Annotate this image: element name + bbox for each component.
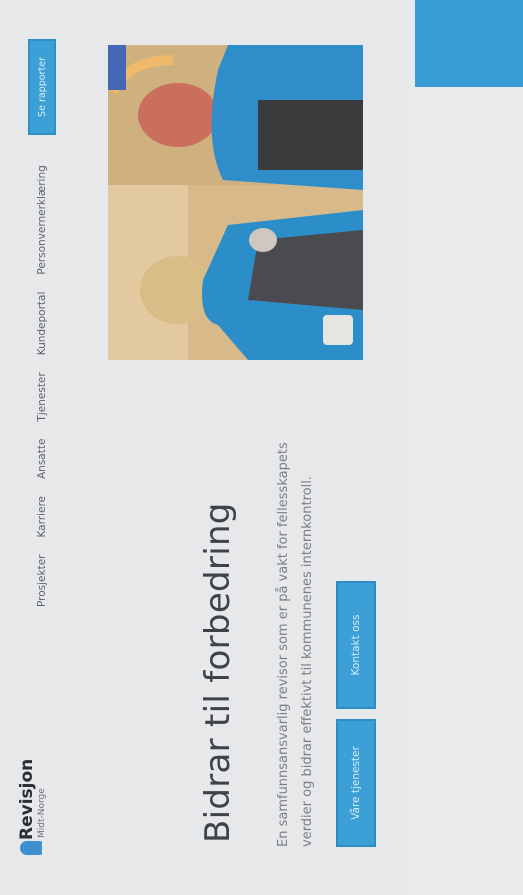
main-navigation: Prosjekter Karriere Ansatte Tjenester Ku… (36, 148, 48, 607)
nav-item-karriere[interactable]: Karriere (36, 496, 48, 538)
accent-block (415, 0, 523, 87)
page-canvas: Revisjon Midt-Norge Prosjekter Karriere … (0, 0, 523, 895)
logo-text: Revisjon Midt-Norge (17, 758, 48, 840)
nav-item-kundeportal[interactable]: Kundeportal (36, 292, 48, 356)
logo-name: Revisjon (17, 758, 37, 840)
nav-item-ansatte[interactable]: Ansatte (36, 439, 48, 479)
nav-item-prosjekter[interactable]: Prosjekter (36, 555, 48, 607)
site-logo[interactable]: Revisjon Midt-Norge (17, 758, 48, 855)
hero-description: En samfunnsansvarlig revisor som er på v… (276, 442, 315, 847)
hero-title: Bidrar til forbedring (198, 502, 238, 843)
contact-us-button[interactable]: Kontakt oss (336, 581, 376, 709)
nav-item-personvern[interactable]: Personvernerklæring (36, 165, 48, 274)
see-reports-button[interactable]: Se rapporter (28, 39, 56, 135)
our-services-button[interactable]: Våre tjenester (336, 719, 376, 847)
hero-photo (108, 45, 363, 360)
logo-subtitle: Midt-Norge (37, 788, 47, 838)
pm-logo-icon (20, 841, 42, 855)
lower-section (406, 0, 523, 895)
nav-item-tjenester[interactable]: Tjenester (36, 372, 48, 421)
